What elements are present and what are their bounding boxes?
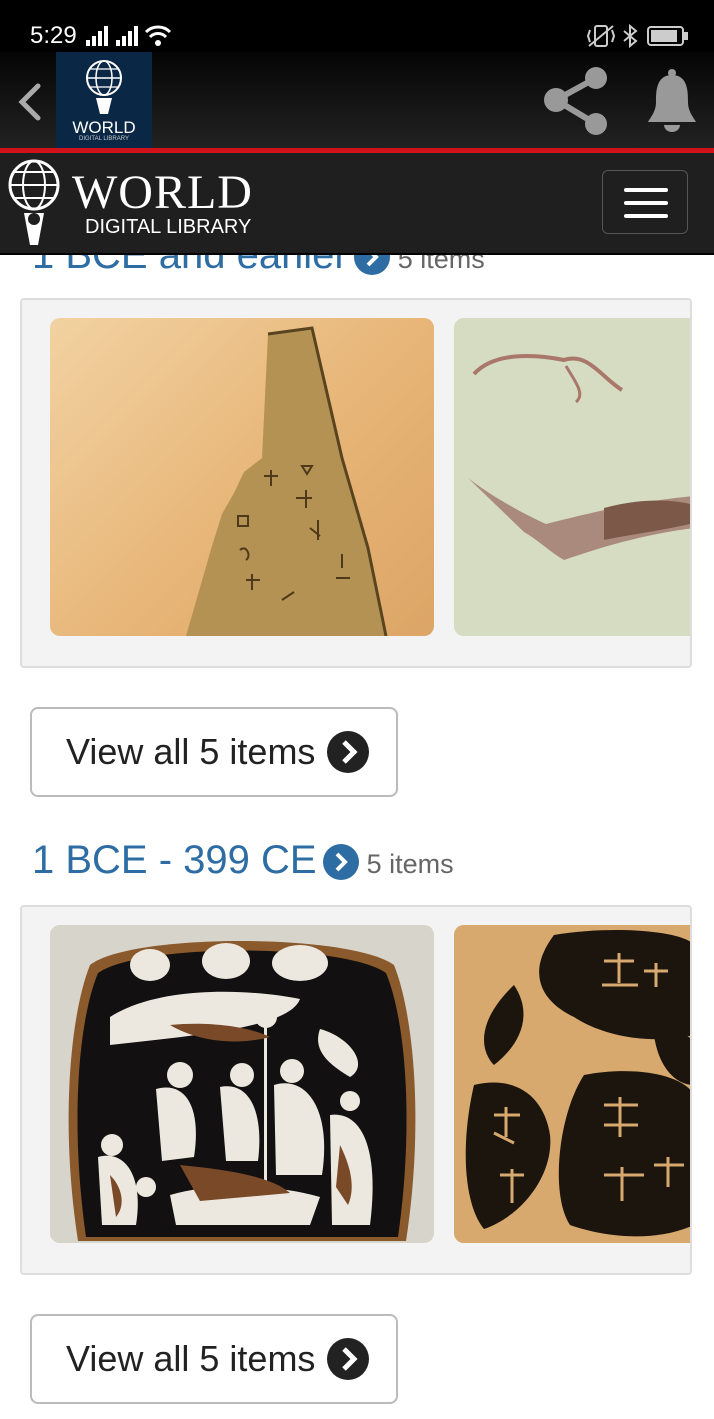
share-icon[interactable] [542, 66, 612, 136]
section-carousel[interactable] [20, 298, 692, 668]
chevron-right-icon[interactable] [322, 844, 359, 881]
chevron-right-icon [327, 1338, 370, 1380]
oracle-bone-image [186, 326, 388, 636]
section-count: 5 items [397, 255, 485, 274]
view-all-button[interactable]: View all 5 items [30, 707, 398, 797]
rock-art-thumbnail[interactable] [454, 318, 690, 636]
status-bar: 5:29 [0, 0, 714, 60]
oracle-bone-thumbnail[interactable] [50, 318, 434, 636]
bell-icon[interactable] [644, 68, 700, 134]
chevron-right-icon[interactable] [353, 255, 390, 276]
section-heading[interactable]: 1 BCE - 399 CE 5 items [32, 838, 454, 883]
section-title[interactable]: 1 BCE - 399 CE [32, 838, 317, 882]
section-title[interactable]: 1 BCE and earlier [32, 255, 348, 277]
rock-art-image [454, 318, 690, 636]
section-carousel[interactable] [20, 905, 692, 1275]
globe-logo-icon [86, 60, 122, 114]
globe-logo-icon[interactable] [6, 157, 64, 249]
view-all-label: View all 5 items [66, 1338, 316, 1379]
view-all-button[interactable]: View all 5 items [30, 1314, 398, 1404]
battery-icon [647, 26, 688, 46]
cameo-thumbnail[interactable] [50, 925, 434, 1243]
site-header: WORLD DIGITAL LIBRARY [0, 153, 714, 255]
hamburger-menu-icon[interactable] [602, 170, 688, 234]
view-all-label: View all 5 items [66, 731, 316, 772]
section-count: 5 items [366, 849, 454, 879]
app-logo-text: WORLD [72, 118, 136, 137]
content-area: 1 BCE and earlier 5 items View all 5 ite… [0, 255, 714, 1419]
app-toolbar: WORLD DIGITAL LIBRARY [0, 52, 714, 148]
status-time: 5:29 [30, 22, 77, 49]
vibrate-icon [586, 25, 616, 47]
app-logo-subtext: DIGITAL LIBRARY [79, 136, 129, 142]
back-arrow-icon[interactable] [14, 82, 44, 122]
chevron-right-icon [327, 731, 370, 773]
cameo-image [50, 925, 434, 1243]
inscription-rubbing-image [454, 925, 690, 1243]
section-heading[interactable]: 1 BCE and earlier 5 items [32, 255, 485, 278]
brand-title[interactable]: WORLD [72, 165, 253, 220]
inscription-rubbing-thumbnail[interactable] [454, 925, 690, 1243]
wifi-icon [144, 25, 172, 46]
brand-subtitle: DIGITAL LIBRARY [85, 216, 252, 238]
bluetooth-icon [623, 24, 638, 48]
signal-icon [86, 26, 138, 46]
app-logo: WORLD DIGITAL LIBRARY [56, 52, 152, 148]
